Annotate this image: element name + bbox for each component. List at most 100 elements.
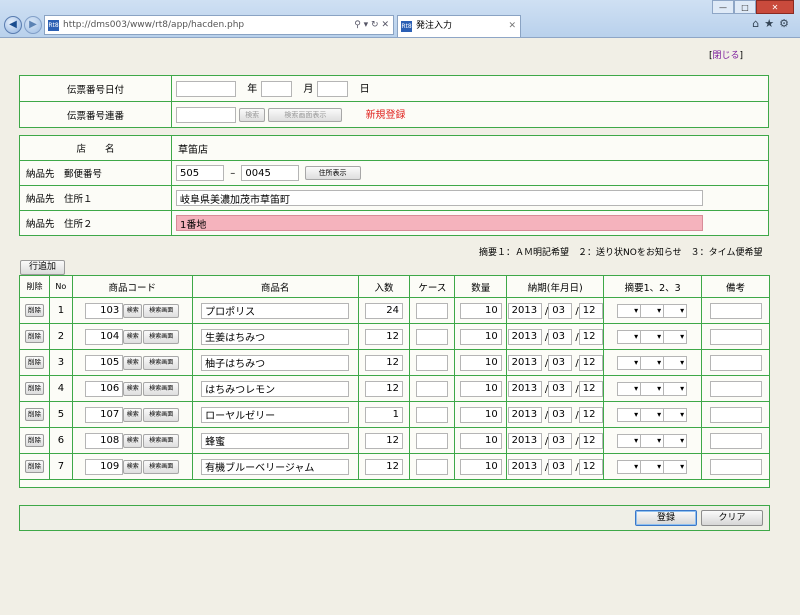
product-name-input[interactable] xyxy=(201,406,350,423)
delete-row-button[interactable]: 削除 xyxy=(24,382,44,395)
quantity-input[interactable] xyxy=(459,380,502,397)
delivery-day-input[interactable] xyxy=(578,458,603,475)
code-search-screen-button[interactable]: 検索画面 xyxy=(143,381,180,396)
code-search-button[interactable]: 検索 xyxy=(123,303,143,318)
remark1-select[interactable] xyxy=(617,355,642,370)
iri-input[interactable] xyxy=(364,458,403,475)
delivery-year-input[interactable] xyxy=(507,406,542,423)
delete-row-button[interactable]: 削除 xyxy=(24,356,44,369)
code-search-button[interactable]: 検索 xyxy=(123,355,143,370)
remark2-select[interactable] xyxy=(640,407,665,422)
register-button[interactable]: 登録 xyxy=(635,510,697,526)
remark1-select[interactable] xyxy=(617,433,642,448)
product-code-input[interactable] xyxy=(85,354,124,371)
address-lookup-button[interactable]: 住所表示 xyxy=(304,166,361,180)
minimize-icon[interactable]: — xyxy=(712,0,734,14)
delete-row-button[interactable]: 削除 xyxy=(24,330,44,343)
case-input[interactable] xyxy=(416,406,449,423)
memo-input[interactable] xyxy=(709,380,762,397)
remark1-select[interactable] xyxy=(617,381,642,396)
case-input[interactable] xyxy=(416,432,449,449)
remark3-select[interactable] xyxy=(663,407,688,422)
delivery-day-input[interactable] xyxy=(578,406,603,423)
code-search-button[interactable]: 検索 xyxy=(123,433,143,448)
slip-month-input[interactable] xyxy=(261,81,293,97)
forward-arrow-icon[interactable]: ▶ xyxy=(24,16,42,34)
delivery-month-input[interactable] xyxy=(548,328,573,345)
iri-input[interactable] xyxy=(364,380,403,397)
product-code-input[interactable] xyxy=(85,406,124,423)
code-search-screen-button[interactable]: 検索画面 xyxy=(143,407,180,422)
delivery-year-input[interactable] xyxy=(507,458,542,475)
case-input[interactable] xyxy=(416,380,449,397)
product-code-input[interactable] xyxy=(85,380,124,397)
remark3-select[interactable] xyxy=(663,303,688,318)
product-name-input[interactable] xyxy=(201,302,350,319)
delete-row-button[interactable]: 削除 xyxy=(24,460,44,473)
code-search-button[interactable]: 検索 xyxy=(123,329,143,344)
delete-row-button[interactable]: 削除 xyxy=(24,304,44,317)
code-search-button[interactable]: 検索 xyxy=(123,381,143,396)
quantity-input[interactable] xyxy=(459,302,502,319)
remark3-select[interactable] xyxy=(663,329,688,344)
delivery-month-input[interactable] xyxy=(548,458,573,475)
zip2-input[interactable] xyxy=(241,165,300,181)
home-icon[interactable]: ⌂ xyxy=(752,17,764,30)
delivery-year-input[interactable] xyxy=(507,354,542,371)
slip-day-input[interactable] xyxy=(317,81,349,97)
remark1-select[interactable] xyxy=(617,329,642,344)
remark3-select[interactable] xyxy=(663,459,688,474)
delete-row-button[interactable]: 削除 xyxy=(24,434,44,447)
remark1-select[interactable] xyxy=(617,303,642,318)
delivery-month-input[interactable] xyxy=(548,354,573,371)
memo-input[interactable] xyxy=(709,432,762,449)
code-search-button[interactable]: 検索 xyxy=(123,407,143,422)
remark2-select[interactable] xyxy=(640,303,665,318)
code-search-screen-button[interactable]: 検索画面 xyxy=(143,303,180,318)
code-search-screen-button[interactable]: 検索画面 xyxy=(143,355,180,370)
maximize-icon[interactable]: □ xyxy=(734,0,756,14)
add-row-button[interactable]: 行追加 xyxy=(20,260,65,275)
remark2-select[interactable] xyxy=(640,459,665,474)
zip1-input[interactable] xyxy=(176,165,224,181)
search-refresh-icon[interactable]: ⚲ ▾ ↻ ✕ xyxy=(354,16,389,34)
delivery-year-input[interactable] xyxy=(507,432,542,449)
delete-row-button[interactable]: 削除 xyxy=(24,408,44,421)
iri-input[interactable] xyxy=(364,432,403,449)
remark1-select[interactable] xyxy=(617,459,642,474)
delivery-day-input[interactable] xyxy=(578,380,603,397)
product-name-input[interactable] xyxy=(201,458,350,475)
slip-serial-input[interactable] xyxy=(176,107,236,123)
delivery-year-input[interactable] xyxy=(507,380,542,397)
product-code-input[interactable] xyxy=(85,302,124,319)
browser-tab[interactable]: Rt8 発注入力 ✕ xyxy=(397,15,521,37)
remark2-select[interactable] xyxy=(640,355,665,370)
delivery-month-input[interactable] xyxy=(548,380,573,397)
delivery-month-input[interactable] xyxy=(548,406,573,423)
code-search-screen-button[interactable]: 検索画面 xyxy=(143,433,180,448)
product-code-input[interactable] xyxy=(85,328,124,345)
tab-close-icon[interactable]: ✕ xyxy=(508,16,516,36)
quantity-input[interactable] xyxy=(459,432,502,449)
address-bar[interactable]: Rt8 http://dms003/www/rt8/app/hacden.php… xyxy=(44,15,394,35)
favorites-star-icon[interactable]: ★ xyxy=(764,17,779,30)
delivery-month-input[interactable] xyxy=(548,302,573,319)
search-screen-button[interactable]: 検索画面表示 xyxy=(268,108,343,122)
memo-input[interactable] xyxy=(709,458,762,475)
product-code-input[interactable] xyxy=(85,458,124,475)
memo-input[interactable] xyxy=(709,406,762,423)
product-name-input[interactable] xyxy=(201,432,350,449)
iri-input[interactable] xyxy=(364,406,403,423)
remark2-select[interactable] xyxy=(640,433,665,448)
address2-input[interactable] xyxy=(176,215,703,231)
delivery-day-input[interactable] xyxy=(578,432,603,449)
memo-input[interactable] xyxy=(709,302,762,319)
address1-input[interactable] xyxy=(176,190,703,206)
memo-input[interactable] xyxy=(709,328,762,345)
remark1-select[interactable] xyxy=(617,407,642,422)
product-name-input[interactable] xyxy=(201,328,350,345)
case-input[interactable] xyxy=(416,328,449,345)
delivery-day-input[interactable] xyxy=(578,354,603,371)
quantity-input[interactable] xyxy=(459,406,502,423)
remark2-select[interactable] xyxy=(640,381,665,396)
